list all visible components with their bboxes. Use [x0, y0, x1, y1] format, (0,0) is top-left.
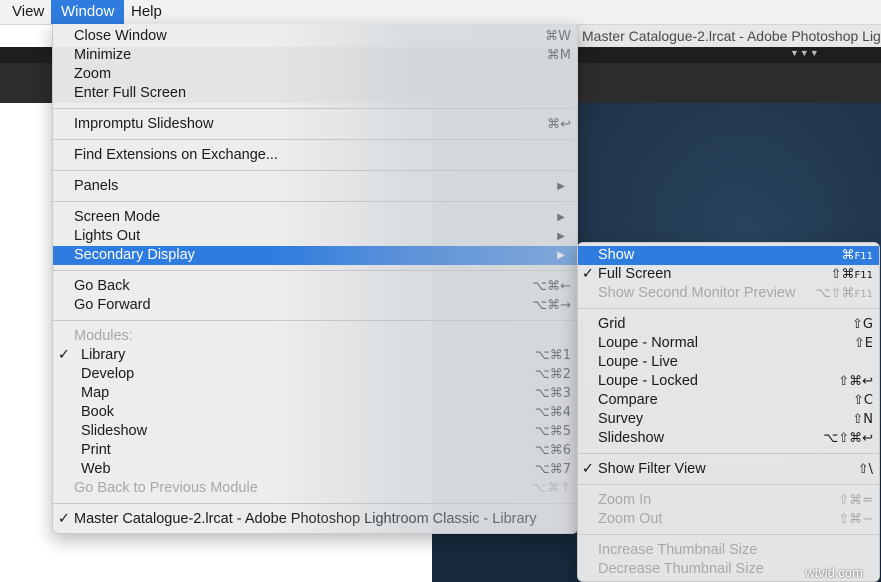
menu-item-library[interactable]: ✓ Library ⌥⌘1 [53, 346, 577, 365]
menubar-window[interactable]: Window [51, 0, 125, 24]
menu-item-screen-mode[interactable]: Screen Mode ▶ [53, 208, 577, 227]
menu-item-secondary-display[interactable]: Secondary Display ▶ [53, 246, 577, 265]
menu-separator [578, 534, 879, 535]
window-menu: Close Window ⌘W Minimize ⌘M Zoom Enter Ful… [52, 24, 578, 534]
menu-item-zoom[interactable]: Zoom [53, 65, 577, 84]
submenu-item-show-filter-view[interactable]: ✓ Show Filter View ⇧\ [578, 460, 879, 479]
checkmark-icon: ✓ [57, 511, 71, 527]
menu-separator [53, 503, 577, 504]
submenu-arrow-icon: ▶ [557, 250, 565, 261]
menubar-help[interactable]: Help [121, 0, 172, 24]
menu-separator [53, 108, 577, 109]
menu-separator [53, 170, 577, 171]
checkmark-icon: ✓ [57, 347, 71, 363]
submenu-item-loupe-live[interactable]: Loupe - Live [578, 353, 879, 372]
submenu-arrow-icon: ▶ [557, 231, 565, 242]
submenu-item-slideshow[interactable]: Slideshow ⌥⇧⌘↩ [578, 429, 879, 448]
submenu-item-grid[interactable]: Grid ⇧G [578, 315, 879, 334]
menu-item-find-extensions[interactable]: Find Extensions on Exchange... [53, 146, 577, 165]
submenu-item-full-screen[interactable]: ✓ Full Screen ⇧⌘F11 [578, 265, 879, 284]
submenu-item-loupe-locked[interactable]: Loupe - Locked ⇧⌘↩ [578, 372, 879, 391]
menu-item-lights-out[interactable]: Lights Out ▶ [53, 227, 577, 246]
menu-item-go-back-previous-module: Go Back to Previous Module ⌥⌘↑ [74, 480, 571, 496]
menu-separator [578, 484, 879, 485]
menu-item-print[interactable]: Print ⌥⌘6 [53, 441, 577, 460]
menu-header-modules: Modules: [74, 328, 133, 344]
checkmark-icon: ✓ [581, 266, 595, 282]
menu-separator [53, 201, 577, 202]
menu-item-develop[interactable]: Develop ⌥⌘2 [53, 365, 577, 384]
menu-bar: View Window Help [0, 0, 881, 25]
submenu-arrow-icon: ▶ [557, 181, 565, 192]
menu-item-slideshow[interactable]: Slideshow ⌥⌘5 [53, 422, 577, 441]
menu-separator [578, 308, 879, 309]
watermark: wtvid.com [805, 565, 863, 580]
submenu-item-show-second-monitor-preview: Show Second Monitor Preview ⌥⇧⌘F11 [598, 285, 873, 301]
menu-item-go-back[interactable]: Go Back ⌥⌘← [53, 277, 577, 296]
submenu-item-increase-thumbnail-size: Increase Thumbnail Size [598, 542, 758, 558]
menu-item-map[interactable]: Map ⌥⌘3 [53, 384, 577, 403]
submenu-arrow-icon: ▶ [557, 212, 565, 223]
menu-separator [53, 320, 577, 321]
menu-item-go-forward[interactable]: Go Forward ⌥⌘→ [53, 296, 577, 315]
submenu-item-zoom-out: Zoom Out ⇧⌘− [598, 511, 873, 527]
menu-item-close-window[interactable]: Close Window ⌘W [53, 27, 577, 46]
menubar-view[interactable]: View [2, 0, 54, 24]
menu-separator [53, 139, 577, 140]
menu-item-minimize[interactable]: Minimize ⌘M [53, 46, 577, 65]
window-grip-icon: ▼▼▼ [790, 48, 820, 58]
menu-separator [578, 453, 879, 454]
submenu-item-compare[interactable]: Compare ⇧C [578, 391, 879, 410]
menu-item-web[interactable]: Web ⌥⌘7 [53, 460, 577, 479]
submenu-item-survey[interactable]: Survey ⇧N [578, 410, 879, 429]
submenu-item-loupe-normal[interactable]: Loupe - Normal ⇧E [578, 334, 879, 353]
checkmark-icon: ✓ [581, 461, 595, 477]
secondary-display-submenu: Show ⌘F11 ✓ Full Screen ⇧⌘F11 Show Second M… [577, 242, 880, 582]
menu-item-enter-full-screen[interactable]: Enter Full Screen [53, 84, 577, 103]
menu-item-book[interactable]: Book ⌥⌘4 [53, 403, 577, 422]
submenu-item-show[interactable]: Show ⌘F11 [578, 246, 879, 265]
menu-separator [53, 270, 577, 271]
menu-item-panels[interactable]: Panels ▶ [53, 177, 577, 196]
submenu-item-zoom-in: Zoom In ⇧⌘= [598, 492, 873, 508]
menu-item-catalog-window[interactable]: ✓ Master Catalogue-2.lrcat - Adobe Photos… [53, 510, 577, 529]
menu-item-impromptu-slideshow[interactable]: Impromptu Slideshow ⌘↩ [53, 115, 577, 134]
app-window-title: Master Catalogue-2.lrcat - Adobe Photosh… [575, 25, 881, 47]
